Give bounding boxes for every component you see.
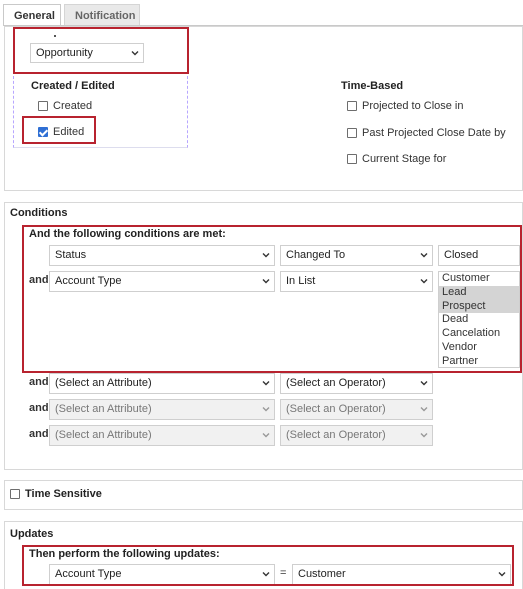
condition-attribute-select-4[interactable]: (Select an Attribute) [49, 399, 275, 420]
entity-highlight [13, 27, 189, 74]
past-projected-label: Past Projected Close Date by [362, 127, 506, 139]
updates-title: Updates [10, 528, 54, 540]
chevron-down-icon [420, 379, 428, 386]
condition-attribute-value-3: (Select an Attribute) [55, 377, 152, 389]
projected-close-checkbox[interactable] [347, 101, 357, 111]
conditions-highlight [22, 225, 522, 373]
tab-general[interactable]: General [3, 4, 61, 25]
condition-attribute-value-5: (Select an Attribute) [55, 429, 152, 441]
past-projected-checkbox[interactable] [347, 128, 357, 138]
time-sensitive-checkbox[interactable] [10, 489, 20, 499]
conditions-title: Conditions [10, 207, 68, 219]
chevron-down-icon [262, 431, 270, 438]
created-checkbox[interactable] [38, 101, 48, 111]
created-edited-title: Created / Edited [31, 80, 115, 92]
condition-attribute-value-4: (Select an Attribute) [55, 403, 152, 415]
created-label: Created [53, 100, 93, 112]
time-sensitive-label: Time Sensitive [25, 488, 102, 500]
condition-attribute-select-3[interactable]: (Select an Attribute) [49, 373, 275, 394]
created-checkbox-row[interactable]: Created [38, 99, 92, 113]
past-projected-row[interactable]: Past Projected Close Date by [347, 126, 506, 140]
projected-close-row[interactable]: Projected to Close in [347, 99, 464, 113]
updates-highlight [22, 545, 514, 586]
and-label-3: and [29, 376, 49, 388]
and-label-4: and [29, 402, 49, 414]
condition-attribute-select-5[interactable]: (Select an Attribute) [49, 425, 275, 446]
projected-close-label: Projected to Close in [362, 100, 464, 112]
condition-operator-value-5: (Select an Operator) [286, 429, 386, 441]
chevron-down-icon [262, 405, 270, 412]
current-stage-label: Current Stage for [362, 153, 447, 165]
and-label-5: and [29, 428, 49, 440]
edited-highlight [22, 116, 96, 144]
chevron-down-icon [420, 405, 428, 412]
current-stage-checkbox[interactable] [347, 154, 357, 164]
condition-operator-select-3[interactable]: (Select an Operator) [280, 373, 433, 394]
condition-operator-value-3: (Select an Operator) [286, 377, 386, 389]
condition-operator-select-4[interactable]: (Select an Operator) [280, 399, 433, 420]
time-based-title: Time-Based [341, 80, 404, 92]
chevron-down-icon [262, 379, 270, 386]
condition-operator-select-5[interactable]: (Select an Operator) [280, 425, 433, 446]
condition-operator-value-4: (Select an Operator) [286, 403, 386, 415]
tab-notification[interactable]: Notification [64, 4, 140, 25]
chevron-down-icon [420, 431, 428, 438]
time-sensitive-row[interactable]: Time Sensitive [10, 487, 102, 501]
current-stage-row[interactable]: Current Stage for [347, 152, 446, 166]
